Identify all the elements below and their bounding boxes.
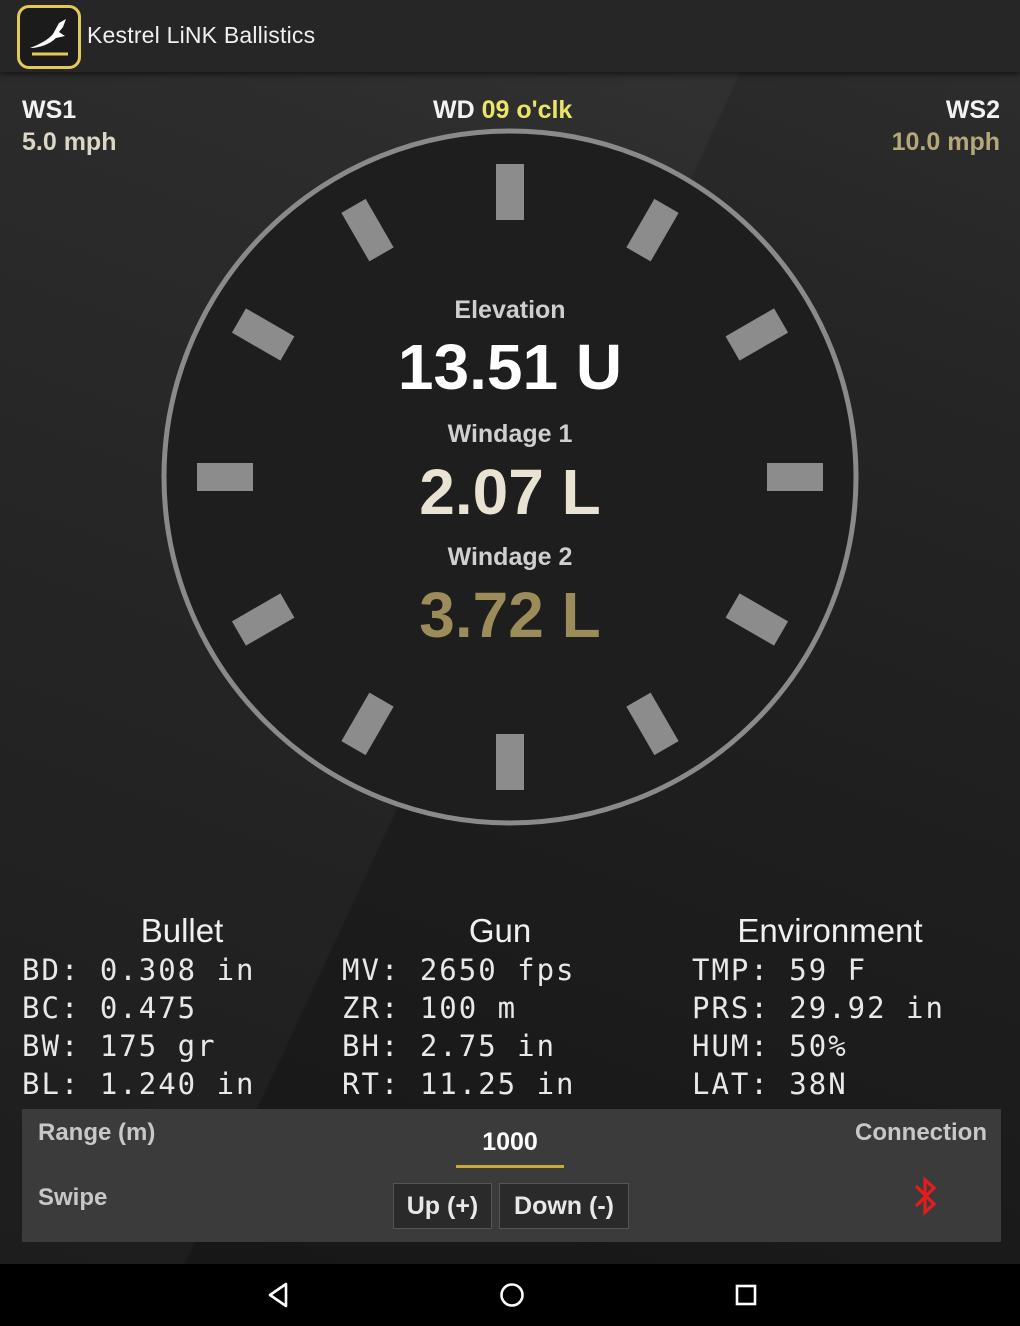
swipe-label: Swipe — [38, 1184, 108, 1211]
gun-line: MV: 2650 fps — [342, 953, 576, 987]
clock-tick — [197, 463, 253, 491]
bluetooth-icon[interactable] — [912, 1175, 940, 1217]
environment-title: Environment — [737, 912, 923, 949]
range-label: Range (m) — [38, 1119, 156, 1146]
environment-line: LAT: 38N — [692, 1067, 848, 1101]
bullet-title: Bullet — [140, 912, 224, 949]
wd-label: WD — [433, 96, 475, 124]
elevation-value: 13.51 U — [397, 331, 623, 403]
gun-line: RT: 11.25 in — [342, 1067, 576, 1101]
windage2-value: 3.72 L — [419, 579, 601, 651]
gun-title: Gun — [468, 912, 532, 949]
app-screen: Kestrel LiNK Ballistics WS1 5.0 mph WD 0… — [0, 0, 1020, 1264]
ws2-label: WS2 — [945, 96, 1000, 124]
ws2-value[interactable]: 10.0 mph — [892, 128, 1000, 157]
app-title: Kestrel LiNK Ballistics — [87, 22, 316, 48]
ws1-label: WS1 — [22, 96, 77, 124]
bullet-line: BL: 1.240 in — [22, 1067, 256, 1101]
bullet-line: BD: 0.308 in — [22, 953, 256, 987]
wind-direction[interactable]: WD 09 o'clk — [433, 96, 572, 125]
control-panel: Range (m) 1000 Connection Swipe Up (+) D… — [22, 1109, 1001, 1242]
wd-value: 09 o'clk — [481, 96, 573, 124]
back-icon[interactable] — [264, 1280, 294, 1310]
clock-tick — [496, 734, 524, 790]
connection-label: Connection — [855, 1119, 987, 1146]
down-button[interactable]: Down (-) — [499, 1183, 629, 1229]
up-button[interactable]: Up (+) — [393, 1183, 492, 1229]
action-bar: Kestrel LiNK Ballistics — [0, 0, 1020, 72]
environment-line: HUM: 50% — [692, 1029, 848, 1063]
bullet-line: BC: 0.475 — [22, 991, 198, 1025]
windage1-label: Windage 1 — [447, 420, 573, 448]
recents-icon[interactable] — [731, 1280, 761, 1310]
environment-line: PRS: 29.92 in — [692, 991, 945, 1025]
elevation-label: Elevation — [454, 296, 566, 324]
navigation-bar — [0, 1264, 1020, 1326]
home-icon[interactable] — [497, 1280, 527, 1310]
range-input[interactable]: 1000 — [456, 1123, 564, 1168]
clock-tick — [767, 463, 823, 491]
clock-tick — [496, 164, 524, 220]
ws1-value[interactable]: 5.0 mph — [22, 128, 116, 157]
gun-line: ZR: 100 m — [342, 991, 518, 1025]
bullet-line: BW: 175 gr — [22, 1029, 217, 1063]
windage2-label: Windage 2 — [447, 543, 573, 571]
gun-line: BH: 2.75 in — [342, 1029, 557, 1063]
environment-line: TMP: 59 F — [692, 953, 868, 987]
kestrel-bird-icon[interactable] — [17, 5, 81, 69]
windage1-value: 2.07 L — [419, 456, 601, 528]
